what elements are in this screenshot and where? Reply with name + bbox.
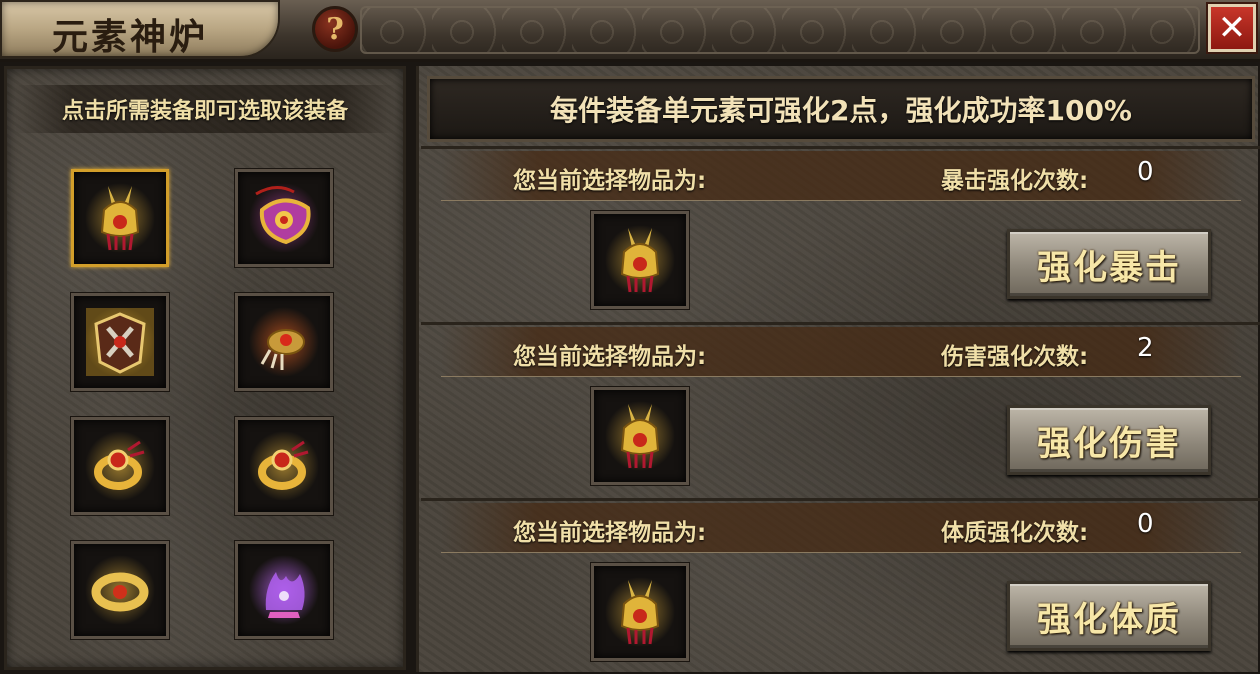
equipment-slot-2[interactable]: [235, 169, 333, 267]
equipment-list-panel: 点击所需装备即可选取该装备: [4, 66, 406, 670]
help-button[interactable]: ?: [312, 6, 358, 52]
crit-enhance-section: 您当前选择物品为: 暴击强化次数: 0 强化暴击: [421, 146, 1260, 316]
damage-count-label: 伤害强化次数:: [941, 344, 1089, 370]
crit-count-value: 0: [1137, 157, 1154, 187]
enhance-panel: 每件装备单元素可强化2点，强化成功率100% 您当前选择物品为: 暴击强化次数:…: [416, 66, 1260, 672]
selected-item-slot: [591, 563, 689, 661]
title-plate: 元素神炉: [0, 0, 280, 58]
close-icon: ✕: [1217, 8, 1247, 48]
equipment-slot-7[interactable]: [71, 541, 169, 639]
title-bar: 元素神炉 ? ✕: [0, 0, 1260, 62]
constitution-enhance-section: 您当前选择物品为: 体质强化次数: 0 强化体质: [421, 498, 1260, 668]
equipment-slot-5[interactable]: [71, 417, 169, 515]
damage-count-value: 2: [1137, 333, 1154, 363]
purple-flame-boots-icon: [246, 552, 322, 628]
question-mark-icon: ?: [326, 11, 344, 47]
title-ornament: [360, 6, 1200, 54]
section-header: 您当前选择物品为: 体质强化次数: 0: [441, 503, 1241, 553]
selected-item-label: 您当前选择物品为:: [513, 520, 707, 546]
equipment-instruction: 点击所需装备即可选取该装备: [15, 85, 395, 133]
crit-count-label: 暴击强化次数:: [941, 168, 1089, 194]
claw-bracelet-icon: [246, 304, 322, 380]
golden-helmet-icon: [602, 574, 678, 650]
ruby-ring-icon: [82, 552, 158, 628]
selected-item-slot: [591, 387, 689, 485]
enhance-damage-button[interactable]: 强化伤害: [1007, 405, 1211, 475]
golden-helmet-icon: [82, 180, 158, 256]
constitution-count-label: 体质强化次数:: [941, 520, 1089, 546]
pink-pendant-icon: [246, 180, 322, 256]
equipment-slot-1[interactable]: [71, 169, 169, 267]
enhance-crit-button[interactable]: 强化暴击: [1007, 229, 1211, 299]
enhance-constitution-button[interactable]: 强化体质: [1007, 581, 1211, 651]
section-header: 您当前选择物品为: 伤害强化次数: 2: [441, 327, 1241, 377]
close-button[interactable]: ✕: [1206, 2, 1258, 54]
selected-item-label: 您当前选择物品为:: [513, 168, 707, 194]
equipment-slot-4[interactable]: [235, 293, 333, 391]
enhance-notice: 每件装备单元素可强化2点，强化成功率100%: [427, 76, 1255, 142]
equipment-slot-8[interactable]: [235, 541, 333, 639]
window-title: 元素神炉: [52, 16, 209, 58]
ornate-armor-icon: [82, 304, 158, 380]
equipment-slot-6[interactable]: [235, 417, 333, 515]
gold-ring-icon: [246, 428, 322, 504]
selected-item-label: 您当前选择物品为:: [513, 344, 707, 370]
golden-helmet-icon: [602, 398, 678, 474]
gold-ring-icon: [82, 428, 158, 504]
selected-item-slot: [591, 211, 689, 309]
damage-enhance-section: 您当前选择物品为: 伤害强化次数: 2 强化伤害: [421, 322, 1260, 492]
equipment-slot-3[interactable]: [71, 293, 169, 391]
section-header: 您当前选择物品为: 暴击强化次数: 0: [441, 151, 1241, 201]
constitution-count-value: 0: [1137, 509, 1154, 539]
golden-helmet-icon: [602, 222, 678, 298]
